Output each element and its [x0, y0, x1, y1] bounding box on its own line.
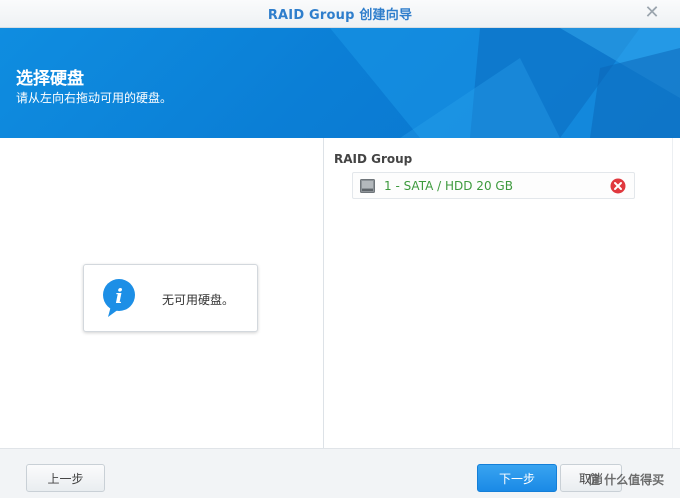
wizard-footer: 上一步 下一步 取消 值 什么值得买	[0, 448, 680, 498]
raid-group-label: RAID Group	[334, 152, 413, 166]
scrollbar-track	[672, 138, 680, 448]
available-disks-pane[interactable]: i 无可用硬盘。	[0, 138, 323, 448]
hdd-icon	[360, 179, 375, 193]
banner-subtitle: 请从左向右拖动可用的硬盘。	[16, 91, 173, 105]
remove-icon[interactable]	[610, 178, 626, 194]
banner-title: 选择硬盘	[16, 69, 84, 89]
empty-state-message: 无可用硬盘。	[162, 293, 235, 307]
banner-decoration	[330, 28, 680, 138]
disk-label: 1 - SATA / HDD 20 GB	[384, 179, 513, 193]
window-titlebar: RAID Group 创建向导 ✕	[0, 0, 680, 28]
wizard-banner: 选择硬盘 请从左向右拖动可用的硬盘。	[0, 28, 680, 138]
svg-text:i: i	[115, 284, 123, 308]
info-icon: i	[103, 279, 135, 317]
next-button[interactable]: 下一步	[477, 464, 557, 492]
raid-group-pane[interactable]: RAID Group 1 - SATA / HDD 20 GB	[324, 138, 672, 448]
watermark: 值 什么值得买	[588, 473, 665, 487]
close-icon[interactable]: ✕	[642, 3, 662, 23]
disk-list-item[interactable]: 1 - SATA / HDD 20 GB	[352, 172, 635, 199]
prev-button[interactable]: 上一步	[26, 464, 105, 492]
empty-state-card: i 无可用硬盘。	[83, 264, 258, 332]
window-title: RAID Group 创建向导	[267, 8, 413, 23]
